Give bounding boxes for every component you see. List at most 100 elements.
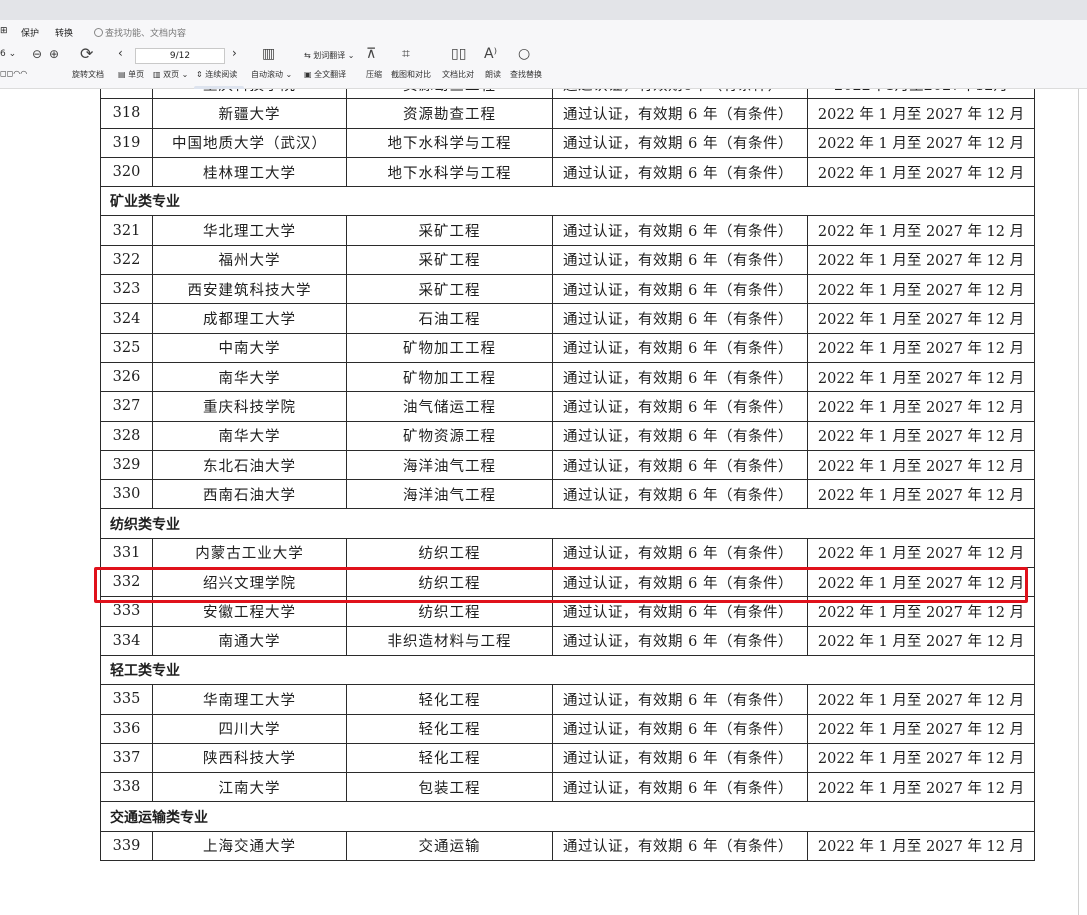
category-heading: 交通运输类专业 <box>100 801 1035 832</box>
table-row: 323 西安建筑科技大学 采矿工程 通过认证，有效期 6 年（有条件） 2022 年 1… <box>100 274 1035 305</box>
zoom-out-icon[interactable]: ⊖ <box>32 47 42 61</box>
result-cell: 通过认证，有效期 6 年（有条件） <box>552 274 808 305</box>
row-number: 320 <box>100 156 153 188</box>
university-cell: 中国地质大学（武汉） <box>152 127 347 158</box>
table-row: 331 内蒙古工业大学 纺织工程 通过认证，有效期 6 年（有条件） 2022 年 1 … <box>100 537 1035 569</box>
major-cell: 油气储运工程 <box>346 391 553 422</box>
screenshot-icon[interactable]: ⌗ <box>402 47 410 61</box>
compress-button[interactable]: 压缩 <box>366 69 382 80</box>
major-cell: 资源勘查工程 <box>346 89 553 100</box>
university-cell: 南通大学 <box>152 625 347 656</box>
row-number: 317 <box>100 89 153 100</box>
result-cell: 通过认证，有效期 6 年（有条件） <box>552 479 808 510</box>
major-cell: 轻化工程 <box>346 742 553 774</box>
row-number: 322 <box>100 244 153 276</box>
find-replace-icon[interactable]: ○ <box>518 47 530 61</box>
misc-tools[interactable]: ◻◻◠◠ <box>0 69 27 78</box>
screenshot-compare-button[interactable]: 截图和对比 <box>391 69 431 80</box>
result-cell: 通过认证，有效期 6 年（有条件） <box>552 420 808 451</box>
full-translate-button[interactable]: ▣ 全文翻译 <box>304 69 346 80</box>
result-cell: 通过认证，有效期6年（有条件） <box>552 89 808 100</box>
double-page-button[interactable]: ▥ 双页 ⌄ <box>153 69 188 80</box>
single-page-button[interactable]: ▤ 单页 <box>118 69 144 80</box>
category-heading: 矿业类专业 <box>100 186 1035 217</box>
toolbar: ⊞ 保护 转换 查找功能、文档内容 6 ⌄ ⊖ ⊕ ⟳ ‹ 9/12 › ▥ ⇆… <box>0 20 1087 100</box>
university-cell: 南华大学 <box>152 420 347 451</box>
validity-period-cell: 2022 年 1 月至 2027 年 12 月 <box>807 98 1035 129</box>
major-cell: 轻化工程 <box>346 684 553 715</box>
table-row: 327 重庆科技学院 油气储运工程 通过认证，有效期 6 年（有条件） 2022 年 1… <box>100 391 1035 422</box>
row-number: 335 <box>100 684 153 715</box>
read-aloud-button[interactable]: 朗读 <box>485 69 501 80</box>
row-number: 328 <box>100 420 153 451</box>
table-row: 324 成都理工大学 石油工程 通过认证，有效期 6 年（有条件） 2022 年 1 月… <box>100 303 1035 334</box>
continuous-read-button[interactable]: ⇕ 连续阅读 <box>196 69 237 80</box>
major-cell: 资源勘查工程 <box>346 98 553 129</box>
validity-period-cell: 2022 年 1 月至 2027 年 12 月 <box>807 391 1035 422</box>
result-cell: 通过认证，有效期 6 年（有条件） <box>552 449 808 481</box>
major-cell: 纺织工程 <box>346 537 553 569</box>
read-aloud-icon[interactable]: A⁾ <box>484 47 497 61</box>
word-translate-button[interactable]: ⇆ 划词翻译 ⌄ <box>304 50 355 61</box>
result-cell: 通过认证，有效期 6 年（有条件） <box>552 332 808 363</box>
auto-scroll-button[interactable]: 自动滚动 ⌄ <box>251 69 292 80</box>
zoom-in-icon[interactable]: ⊕ <box>49 47 59 61</box>
menu-item-partial[interactable]: ⊞ <box>0 26 8 36</box>
menu-item-protect[interactable]: 保护 <box>21 26 39 39</box>
table-row: 320 桂林理工大学 地下水科学与工程 通过认证，有效期 6 年（有条件） 2022 年… <box>100 156 1035 188</box>
validity-period-cell: 2022 年 1 月至 2027 年 12 月 <box>807 537 1035 569</box>
result-cell: 通过认证，有效期 6 年（有条件） <box>552 215 808 246</box>
major-cell: 采矿工程 <box>346 215 553 246</box>
translate-icon: ⇆ <box>304 51 311 60</box>
document-viewport[interactable]: 317重庆科技学院资源勘查工程通过认证，有效期6年（有条件）2022年1月至20… <box>0 89 1087 915</box>
table-row: 335 华南理工大学 轻化工程 通过认证，有效期 6 年（有条件） 2022 年 1 月… <box>100 684 1035 715</box>
prev-page-icon[interactable]: ‹ <box>118 46 123 60</box>
major-cell: 交通运输 <box>346 830 553 862</box>
next-page-icon[interactable]: › <box>232 46 237 60</box>
major-cell: 轻化工程 <box>346 713 553 744</box>
doc-compare-button[interactable]: 文档比对 <box>442 69 474 80</box>
row-number: 338 <box>100 772 153 803</box>
row-number: 337 <box>100 742 153 774</box>
major-cell: 矿物资源工程 <box>346 420 553 451</box>
rotate-doc-icon[interactable]: ⟳ <box>80 46 93 62</box>
zoom-select[interactable]: 6 ⌄ <box>0 49 16 59</box>
validity-period-cell: 2022 年 1 月至 2027 年 12 月 <box>807 244 1035 276</box>
university-cell: 新疆大学 <box>152 98 347 129</box>
validity-period-cell: 2022 年 1 月至 2027 年 12 月 <box>807 742 1035 774</box>
row-number: 329 <box>100 449 153 481</box>
validity-period-cell: 2022 年 1 月至 2027 年 12 月 <box>807 479 1035 510</box>
result-cell: 通过认证，有效期 6 年（有条件） <box>552 742 808 774</box>
category-row: 矿业类专业 <box>100 186 1035 217</box>
row-number: 331 <box>100 537 153 569</box>
row-number: 334 <box>100 625 153 656</box>
table-row: 330 西南石油大学 海洋油气工程 通过认证，有效期 6 年（有条件） 2022 年 1… <box>100 479 1035 510</box>
category-heading: 纺织类专业 <box>100 508 1035 539</box>
result-cell: 通过认证，有效期 6 年（有条件） <box>552 772 808 803</box>
university-cell: 江南大学 <box>152 772 347 803</box>
university-cell: 西安建筑科技大学 <box>152 274 347 305</box>
find-replace-button[interactable]: 查找替换 <box>510 69 542 80</box>
row-number: 339 <box>100 830 153 862</box>
validity-period-cell: 2022 年 1 月至 2027 年 12 月 <box>807 361 1035 393</box>
table-row: 338 江南大学 包装工程 通过认证，有效期 6 年（有条件） 2022 年 1 月至 … <box>100 772 1035 803</box>
validity-period-cell: 2022 年 1 月至 2027 年 12 月 <box>807 625 1035 656</box>
menu-item-convert[interactable]: 转换 <box>55 26 73 39</box>
university-cell: 内蒙古工业大学 <box>152 537 347 569</box>
major-cell: 石油工程 <box>346 303 553 334</box>
rotate-doc-button[interactable]: 旋转文档 <box>72 69 104 80</box>
certification-table: 317重庆科技学院资源勘查工程通过认证，有效期6年（有条件）2022年1月至20… <box>100 89 1035 862</box>
validity-period-cell: 2022 年 1 月至 2027 年 12 月 <box>807 303 1035 334</box>
validity-period-cell: 2022 年 1 月至 2027 年 12 月 <box>807 449 1035 481</box>
major-cell: 地下水科学与工程 <box>346 127 553 158</box>
doc-compare-icon[interactable]: ▯▯ <box>451 47 466 61</box>
university-cell: 重庆科技学院 <box>152 89 347 100</box>
column-view-icon[interactable]: ▥ <box>262 47 275 61</box>
compress-icon[interactable]: ⊼ <box>366 47 376 61</box>
page-indicator[interactable]: 9/12 <box>135 48 225 64</box>
row-number: 325 <box>100 332 153 363</box>
result-cell: 通过认证，有效期 6 年（有条件） <box>552 625 808 656</box>
feature-search[interactable]: 查找功能、文档内容 <box>94 26 186 39</box>
university-cell: 桂林理工大学 <box>152 156 347 188</box>
window-top-strip <box>0 0 1087 20</box>
